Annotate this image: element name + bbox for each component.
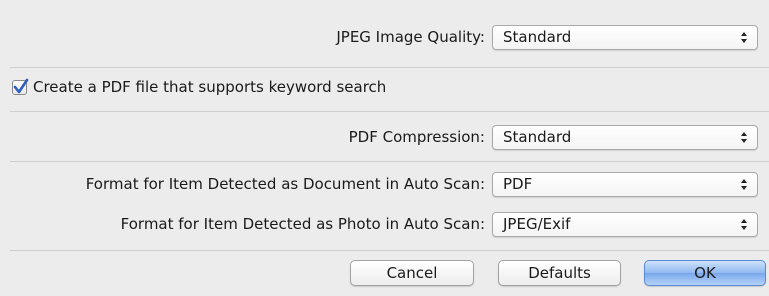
cancel-button[interactable]: Cancel [350,260,474,286]
jpeg-quality-value: Standard [503,28,572,46]
pdf-compression-label: PDF Compression: [348,128,485,146]
format-photo-row: Format for Item Detected as Photo in Aut… [0,205,769,243]
format-photo-label: Format for Item Detected as Photo in Aut… [120,215,485,233]
pdf-keyword-search-label[interactable]: Create a PDF file that supports keyword … [33,70,386,104]
updown-arrows-icon [741,219,747,230]
separator [10,250,769,251]
format-photo-select[interactable]: JPEG/Exif [492,212,758,237]
format-document-value: PDF [503,175,533,193]
updown-arrows-icon [741,179,747,190]
updown-arrows-icon [741,132,747,143]
separator [10,111,769,112]
pdf-compression-value: Standard [503,128,572,146]
separator [10,67,769,68]
format-document-select[interactable]: PDF [492,172,758,197]
format-document-label: Format for Item Detected as Document in … [85,175,485,193]
pdf-keyword-search-checkbox[interactable] [12,78,29,95]
pdf-compression-select[interactable]: Standard [492,125,758,150]
ok-button[interactable]: OK [644,260,766,286]
updown-arrows-icon [741,32,747,43]
separator [10,161,769,162]
checkmark-icon [13,78,29,94]
jpeg-quality-label: JPEG Image Quality: [336,28,485,46]
format-photo-value: JPEG/Exif [503,215,571,233]
defaults-button[interactable]: Defaults [498,260,621,286]
jpeg-quality-select[interactable]: Standard [492,25,758,50]
format-document-row: Format for Item Detected as Document in … [0,165,769,203]
jpeg-quality-row: JPEG Image Quality: Standard [0,18,769,56]
pdf-compression-row: PDF Compression: Standard [0,118,769,156]
